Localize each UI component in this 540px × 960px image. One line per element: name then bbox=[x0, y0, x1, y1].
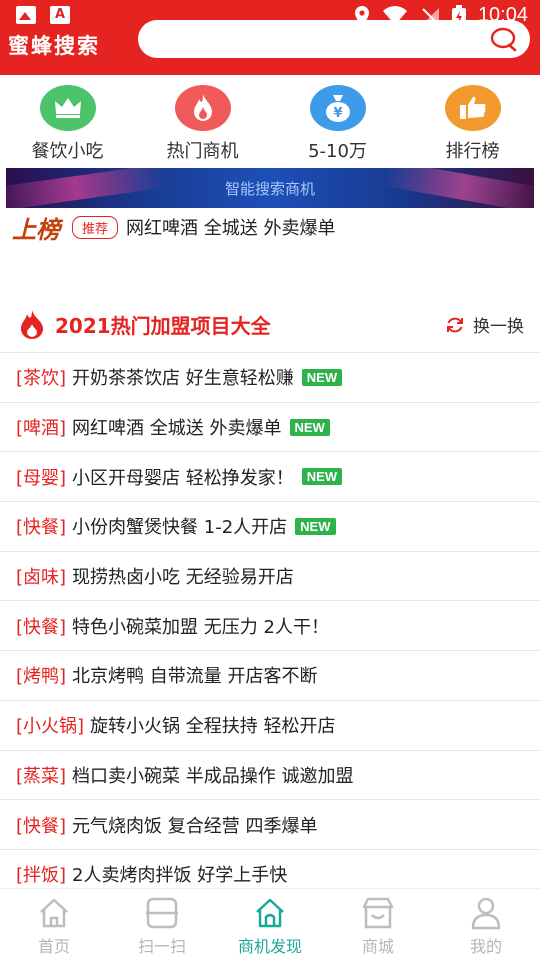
list-item-category: [啤酒] bbox=[16, 418, 67, 440]
list-item-category: [茶饮] bbox=[16, 368, 67, 390]
nav-store[interactable]: 商城 bbox=[324, 889, 432, 960]
nav-label: 首页 bbox=[37, 937, 70, 956]
new-badge: NEW bbox=[289, 418, 330, 436]
new-badge: NEW bbox=[301, 468, 343, 486]
money-bag-icon: ¥ bbox=[309, 85, 366, 131]
promo-banner[interactable]: 智能搜索商机 bbox=[6, 168, 534, 208]
nav-discover[interactable]: 商机发现 bbox=[216, 889, 324, 960]
new-badge: NEW bbox=[301, 368, 343, 386]
list-item[interactable]: [快餐] 小份肉蟹煲快餐 1-2人开店 NEW bbox=[0, 502, 540, 552]
ticker-text: 网红啤酒 全城送 外卖爆单 bbox=[126, 218, 336, 239]
new-badge: NEW bbox=[295, 517, 336, 535]
nav-label: 我的 bbox=[469, 937, 502, 956]
list-item[interactable]: [母婴] 小区开母婴店 轻松挣发家！ NEW bbox=[0, 452, 540, 503]
project-list: [茶饮] 开奶茶茶饮店 好生意轻松赚 NEW [啤酒] 网红啤酒 全城送 外卖爆… bbox=[0, 352, 540, 900]
list-item[interactable]: [卤味] 现捞热卤小吃 无经验易开店 bbox=[0, 552, 540, 602]
list-item-category: [烤鸭] bbox=[16, 666, 67, 688]
list-item-title: 小份肉蟹煲快餐 1-2人开店 bbox=[72, 517, 288, 539]
list-item[interactable]: [烤鸭] 北京烤鸭 自带流量 开店客不断 bbox=[0, 651, 540, 701]
list-item-title: 现捞热卤小吃 无经验易开店 bbox=[72, 567, 294, 589]
crown-icon bbox=[39, 85, 96, 131]
list-item-title: 元气烧肉饭 复合经营 四季爆单 bbox=[72, 815, 318, 837]
list-item-category: [母婴] bbox=[16, 467, 67, 489]
category-grid: 餐饮小吃 热门商机 ¥ 5-10万 排行榜 bbox=[0, 85, 540, 165]
nav-label: 扫一扫 bbox=[137, 937, 186, 956]
ranking-logo: 上榜 bbox=[12, 214, 60, 244]
list-item-title: 档口卖小碗菜 半成品操作 诚邀加盟 bbox=[72, 765, 354, 787]
fire-icon bbox=[21, 310, 43, 339]
search-icon[interactable] bbox=[490, 26, 518, 52]
list-item[interactable]: [啤酒] 网红啤酒 全城送 外卖爆单 NEW bbox=[0, 403, 540, 453]
refresh-label: 换一换 bbox=[473, 317, 524, 337]
category-label: 热门商机 bbox=[166, 141, 239, 162]
list-item-category: [小火锅] bbox=[16, 716, 85, 738]
thumbs-up-icon bbox=[444, 85, 501, 131]
list-item-title: 旋转小火锅 全程扶持 轻松开店 bbox=[90, 716, 336, 738]
user-icon bbox=[471, 897, 501, 930]
status-bar-left: A bbox=[16, 6, 70, 24]
svg-text:¥: ¥ bbox=[333, 106, 342, 121]
nav-label: 商城 bbox=[361, 937, 394, 956]
app-brand-logo: 蜜蜂搜索 bbox=[8, 34, 100, 58]
section-header: 2021热门加盟项目大全 换一换 bbox=[0, 300, 540, 346]
list-item-category: [卤味] bbox=[16, 567, 67, 589]
list-item-category: [快餐] bbox=[16, 815, 67, 837]
a-notification-icon: A bbox=[50, 6, 70, 24]
list-item-category: [快餐] bbox=[16, 517, 67, 539]
list-item[interactable]: [茶饮] 开奶茶茶饮店 好生意轻松赚 NEW bbox=[0, 353, 540, 403]
nav-label: 商机发现 bbox=[237, 937, 302, 956]
nav-profile[interactable]: 我的 bbox=[432, 889, 540, 960]
nav-scan[interactable]: 扫一扫 bbox=[108, 889, 216, 960]
list-item-category: [拌饭] bbox=[16, 865, 67, 887]
category-budget[interactable]: ¥ 5-10万 bbox=[270, 85, 405, 165]
refresh-icon bbox=[447, 317, 463, 332]
list-item-title: 北京烤鸭 自带流量 开店客不断 bbox=[72, 666, 318, 688]
nav-home[interactable]: 首页 bbox=[0, 889, 108, 960]
list-item-title: 小区开母婴店 轻松挣发家！ bbox=[72, 467, 294, 489]
category-ranking[interactable]: 排行榜 bbox=[405, 85, 540, 165]
list-item-title: 网红啤酒 全城送 外卖爆单 bbox=[72, 418, 282, 440]
category-catering[interactable]: 餐饮小吃 bbox=[0, 85, 135, 165]
store-icon bbox=[362, 897, 394, 929]
category-hot-opportunities[interactable]: 热门商机 bbox=[135, 85, 270, 165]
home-icon bbox=[40, 898, 68, 928]
list-item-category: [快餐] bbox=[16, 616, 67, 638]
list-item[interactable]: [快餐] 特色小碗菜加盟 无压力 2人干！ bbox=[0, 601, 540, 652]
discover-home-icon bbox=[256, 898, 284, 928]
top-ticker[interactable]: 上榜 推荐 网红啤酒 全城送 外卖爆单 bbox=[12, 212, 336, 244]
category-label: 餐饮小吃 bbox=[31, 141, 104, 162]
bottom-navigation: 首页 扫一扫 商机发现 商城 我的 bbox=[0, 888, 540, 960]
scan-icon bbox=[146, 897, 178, 929]
refresh-button[interactable]: 换一换 bbox=[445, 312, 524, 337]
list-item-title: 开奶茶茶饮店 好生意轻松赚 bbox=[72, 368, 294, 390]
search-input[interactable] bbox=[138, 20, 530, 58]
flame-icon bbox=[174, 85, 231, 131]
section-title: 2021热门加盟项目大全 bbox=[55, 314, 271, 338]
gallery-notification-icon bbox=[16, 6, 36, 24]
category-label: 5-10万 bbox=[308, 141, 367, 162]
list-item[interactable]: [蒸菜] 档口卖小碗菜 半成品操作 诚邀加盟 bbox=[0, 751, 540, 801]
banner-text: 智能搜索商机 bbox=[224, 180, 315, 198]
category-label: 排行榜 bbox=[445, 141, 500, 162]
list-item-title: 2人卖烤肉拌饭 好学上手快 bbox=[72, 865, 288, 887]
list-item-title: 特色小碗菜加盟 无压力 2人干！ bbox=[72, 616, 329, 638]
app-header: A 10:04 蜜蜂搜索 bbox=[0, 0, 540, 75]
list-item-category: [蒸菜] bbox=[16, 765, 67, 787]
recommend-tag: 推荐 bbox=[72, 215, 119, 239]
list-item[interactable]: [快餐] 元气烧肉饭 复合经营 四季爆单 bbox=[0, 800, 540, 850]
list-item[interactable]: [小火锅] 旋转小火锅 全程扶持 轻松开店 bbox=[0, 701, 540, 751]
